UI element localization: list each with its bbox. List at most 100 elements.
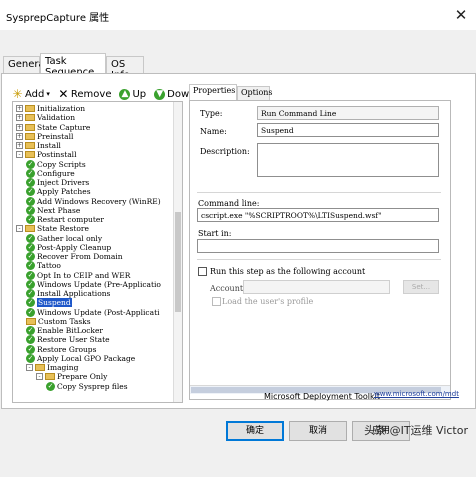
remove-button[interactable]: ✕ Remove <box>58 86 112 101</box>
run-as-checkbox[interactable] <box>198 267 207 276</box>
tree-item[interactable]: ✓ Tattoo <box>26 261 61 271</box>
tree-item[interactable]: ✓ Next Phase <box>26 205 80 215</box>
tree-item[interactable]: + Preinstall <box>16 132 73 141</box>
up-button[interactable]: ▲ Up <box>119 88 147 100</box>
folder-icon <box>25 151 35 159</box>
task-sequence-toolbar: ✳ Add ▾ ✕ Remove ▲ Up ▼ Down <box>12 86 196 102</box>
collapse-icon[interactable]: - <box>26 364 33 371</box>
close-icon[interactable]: ✕ <box>452 6 470 24</box>
add-button[interactable]: ✳ Add ▾ <box>12 86 50 101</box>
check-icon: ✓ <box>26 242 35 252</box>
tree-item-label: Restore Groups <box>37 344 97 354</box>
description-field[interactable] <box>257 143 439 177</box>
tree-item-label: Tattoo <box>37 261 61 271</box>
tree-item-label: Preinstall <box>37 131 74 141</box>
ok-button[interactable]: 确定 <box>226 421 284 441</box>
tree-item[interactable]: ✓ Install Applications <box>26 289 110 298</box>
tree-item[interactable]: ✓ Restart computer <box>26 215 104 224</box>
mdt-link[interactable]: www.microsoft.com/mdt <box>374 390 459 398</box>
tree-item-label: Add Windows Recovery (WinRE) <box>37 196 161 206</box>
title-bar: SysprepCapture 属性 ✕ <box>0 0 476 30</box>
tab-properties[interactable]: Properties <box>189 84 237 100</box>
check-icon: ✓ <box>26 168 35 178</box>
tree-item-label: Imaging <box>47 363 79 372</box>
check-icon: ✓ <box>26 270 35 280</box>
name-label: Name: <box>200 127 227 136</box>
check-icon: ✓ <box>26 187 35 197</box>
tree-item[interactable]: ✓ Restore User State <box>26 335 110 345</box>
tree-item[interactable]: + Install <box>16 141 61 150</box>
folder-icon <box>26 317 36 325</box>
tree-item[interactable]: ✓ Gather local only <box>26 233 102 243</box>
tree-item[interactable]: + Validation <box>16 113 75 122</box>
check-icon: ✓ <box>26 353 35 363</box>
remove-icon: ✕ <box>58 86 69 101</box>
account-label: Account: <box>210 284 246 293</box>
tree-item-label: Inject Drivers <box>37 178 90 187</box>
tab-options[interactable]: Options <box>237 86 273 100</box>
tab-task-sequence[interactable]: Task Sequence <box>40 53 106 78</box>
description-label: Description: <box>200 147 250 156</box>
expand-icon[interactable]: + <box>16 123 23 131</box>
start-in-field[interactable] <box>197 239 439 253</box>
tree-item[interactable]: ✓ Windows Update (Pre-Applicatio <box>26 279 161 289</box>
collapse-icon[interactable]: - <box>16 151 23 159</box>
tree-item[interactable]: - State Restore <box>16 224 89 233</box>
tree-item[interactable]: ✓ Copy Scripts <box>26 159 86 169</box>
expand-icon[interactable]: + <box>16 132 23 140</box>
add-icon: ✳ <box>12 86 23 101</box>
task-sequence-tree[interactable]: + Initialization + Validation + State Capture… <box>12 101 183 403</box>
tree-item[interactable]: ✓ Opt In to CEIP and WER <box>26 270 131 280</box>
check-icon: ✓ <box>26 252 35 261</box>
expand-icon[interactable]: + <box>16 142 23 149</box>
tree-item[interactable]: - Prepare Only <box>36 372 107 381</box>
folder-icon <box>35 364 45 371</box>
expand-icon[interactable]: + <box>16 114 23 122</box>
section-divider <box>197 192 441 193</box>
tree-item[interactable]: ✓ Recover From Domain <box>26 252 123 261</box>
tree-item[interactable]: ✓ Apply Patches <box>26 187 91 197</box>
check-icon: ✓ <box>26 196 35 206</box>
tree-item[interactable]: - Postinstall <box>16 150 76 159</box>
tree-item[interactable]: ✓ Post-Apply Cleanup <box>26 242 111 252</box>
chevron-down-icon: ▾ <box>46 90 50 98</box>
tree-scrollbar-thumb[interactable] <box>175 212 181 312</box>
tree-item[interactable]: ✓ Apply Local GPO Package <box>26 353 135 363</box>
tree-item-label: Opt In to CEIP and WER <box>37 270 131 280</box>
name-field[interactable]: Suspend <box>257 123 439 137</box>
remove-label: Remove <box>70 88 112 100</box>
tree-item[interactable]: ✓ Configure <box>26 168 75 178</box>
up-label: Up <box>132 88 147 100</box>
check-icon: ✓ <box>46 381 55 391</box>
load-profile-checkbox[interactable] <box>212 297 221 306</box>
tree-item[interactable]: ✓ Inject Drivers <box>26 178 89 187</box>
check-icon: ✓ <box>26 344 35 354</box>
tree-item-label: Copy Scripts <box>37 159 86 169</box>
account-field[interactable] <box>243 280 390 294</box>
check-icon: ✓ <box>26 335 35 345</box>
type-label: Type: <box>200 109 223 118</box>
tree-item[interactable]: + Initialization <box>16 104 85 113</box>
cancel-button[interactable]: 取消 <box>289 421 347 441</box>
expand-icon[interactable]: + <box>16 105 23 112</box>
run-as-label: Run this step as the following account <box>210 267 366 276</box>
command-line-field[interactable]: cscript.exe "%SCRIPTROOT%\LTISuspend.wsf… <box>197 208 439 222</box>
set-account-button[interactable]: Set... <box>403 280 439 294</box>
tree-item[interactable]: ✓ Copy Sysprep files <box>46 381 128 391</box>
collapse-icon[interactable]: - <box>16 225 23 233</box>
tree-item-label: Install <box>37 141 61 150</box>
tree-item[interactable]: ✓ Suspend <box>26 298 72 308</box>
tree-scrollbar[interactable] <box>173 102 182 402</box>
collapse-icon[interactable]: - <box>36 373 43 381</box>
folder-icon <box>45 373 55 381</box>
tree-item[interactable]: - Imaging <box>26 363 78 372</box>
tree-item[interactable]: + State Capture <box>16 123 90 132</box>
tree-item[interactable]: ✓ Add Windows Recovery (WinRE) <box>26 196 161 206</box>
tree-item[interactable]: ✓ Enable BitLocker <box>26 326 103 335</box>
tree-item[interactable]: ✓ Restore Groups <box>26 344 97 354</box>
tree-item[interactable]: Custom Tasks <box>26 317 91 326</box>
tab-os-info[interactable]: OS Info <box>106 56 144 81</box>
tree-item[interactable]: ✓ Windows Update (Post-Applicati <box>26 307 160 317</box>
tree-item-label: Apply Patches <box>37 187 91 197</box>
tab-general[interactable]: General <box>3 56 47 73</box>
